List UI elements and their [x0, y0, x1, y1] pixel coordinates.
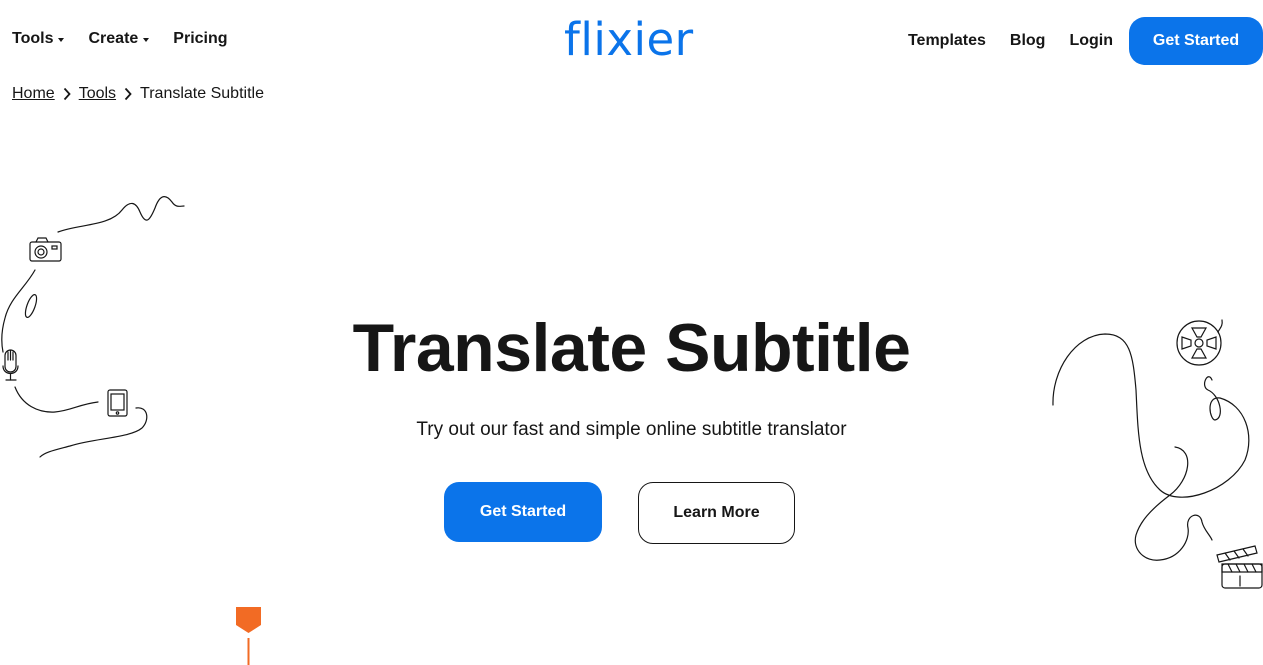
caret-down-icon — [58, 38, 65, 42]
right-doodle-decoration — [1052, 319, 1263, 589]
header-get-started-button[interactable]: Get Started — [1129, 17, 1263, 65]
nav-tools-label: Tools — [12, 30, 54, 47]
breadcrumb: Home Tools Translate Subtitle — [12, 85, 264, 103]
breadcrumb-current: Translate Subtitle — [140, 85, 264, 102]
nav-tools-dropdown[interactable]: Tools — [12, 29, 65, 49]
get-started-button[interactable]: Get Started — [444, 482, 602, 542]
nav-pricing-label: Pricing — [173, 30, 228, 47]
doodle-line — [14, 386, 99, 413]
nav-blog-link[interactable]: Blog — [1010, 32, 1046, 50]
nav-create-dropdown[interactable]: Create — [88, 29, 150, 49]
camera-icon — [29, 237, 62, 262]
primary-nav-right: Templates Blog Login Get Started — [908, 17, 1263, 65]
doodle-squiggle-line — [1134, 446, 1213, 561]
doodle-squiggle-line — [57, 196, 185, 233]
film-reel-icon — [1176, 319, 1223, 366]
orange-pin-marker-icon — [236, 607, 261, 665]
primary-nav-left: Tools Create Pricing — [12, 29, 252, 49]
chevron-right-icon — [124, 87, 132, 101]
nav-templates-link[interactable]: Templates — [908, 32, 986, 50]
clapperboard-icon — [1216, 545, 1263, 589]
caret-down-icon — [143, 38, 150, 42]
doodle-squiggle-line — [1052, 333, 1250, 498]
learn-more-button[interactable]: Learn More — [638, 482, 795, 544]
nav-create-label: Create — [88, 30, 139, 47]
nav-pricing-link[interactable]: Pricing — [173, 29, 227, 49]
breadcrumb-home-link[interactable]: Home — [12, 85, 55, 103]
chevron-right-icon — [63, 87, 71, 101]
flixier-logo[interactable]: flixier — [564, 14, 694, 66]
breadcrumb-tools-link[interactable]: Tools — [79, 85, 116, 103]
nav-login-link[interactable]: Login — [1069, 32, 1113, 50]
smartphone-icon — [107, 389, 128, 417]
